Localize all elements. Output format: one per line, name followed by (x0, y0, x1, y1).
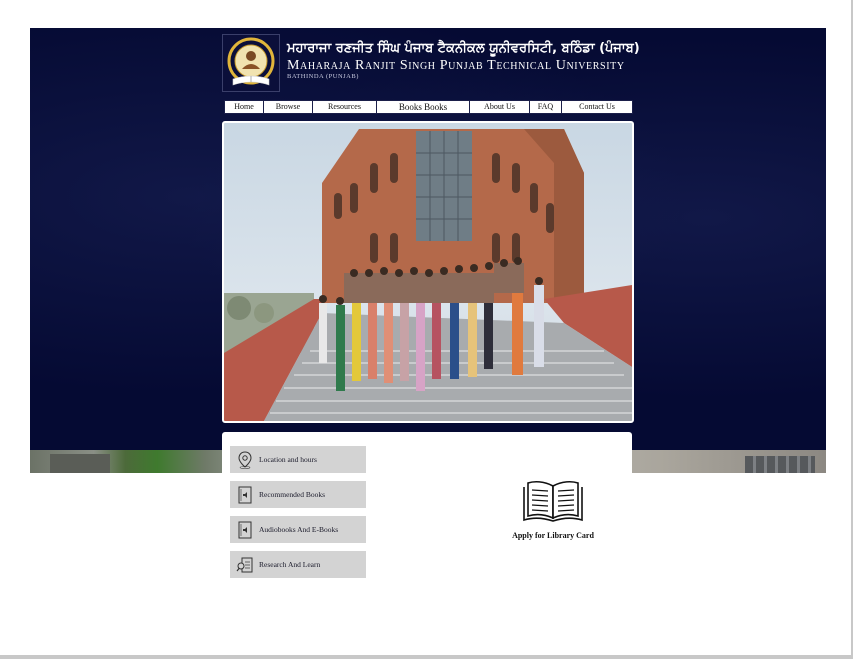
apply-library-card-link[interactable] (506, 478, 600, 527)
audiobooks-ebooks-button[interactable]: Audiobooks And E-Books (230, 516, 366, 543)
apply-library-card-label[interactable]: Apply for Library Card (492, 531, 614, 540)
university-name-english: Maharaja Ranjit Singh Punjab Technical U… (287, 58, 625, 73)
nav-home[interactable]: Home (225, 101, 264, 113)
nav-resources[interactable]: Resources (313, 101, 377, 113)
research-learn-label: Research And Learn (259, 560, 321, 569)
open-book-icon (523, 480, 583, 522)
campus-building-left (50, 454, 110, 473)
university-name-punjabi: ਮਹਾਰਾਜਾ ਰਣਜੀਤ ਸਿੰਘ ਪੰਜਾਬ ਟੈਕਨੀਕਲ ਯੂਨੀਵਰਸ… (287, 41, 640, 56)
university-city: BATHINDA (PUNJAB) (287, 73, 359, 80)
nav-browse[interactable]: Browse (264, 101, 313, 113)
audio-book-icon (235, 485, 255, 505)
top-navigation: Home Browse Resources Books Books About … (224, 100, 633, 114)
nav-books[interactable]: Books Books (377, 101, 470, 113)
nav-faq[interactable]: FAQ (530, 101, 562, 113)
audio-book-icon (235, 520, 255, 540)
nav-contact-us[interactable]: Contact Us (562, 101, 632, 113)
building-group-illustration (224, 129, 632, 421)
campus-building-right (745, 456, 815, 473)
map-pin-icon (235, 450, 255, 470)
audiobooks-ebooks-label: Audiobooks And E-Books (259, 525, 339, 534)
university-logo[interactable] (222, 34, 280, 92)
recommended-books-button[interactable]: Recommended Books (230, 481, 366, 508)
location-hours-label: Location and hours (259, 455, 317, 464)
university-seal-icon (227, 37, 275, 86)
location-hours-button[interactable]: Location and hours (230, 446, 366, 473)
library-building-photo (222, 121, 634, 423)
search-document-icon (235, 555, 255, 575)
nav-about-us[interactable]: About Us (470, 101, 530, 113)
research-learn-button[interactable]: Research And Learn (230, 551, 366, 578)
recommended-books-label: Recommended Books (259, 490, 326, 499)
